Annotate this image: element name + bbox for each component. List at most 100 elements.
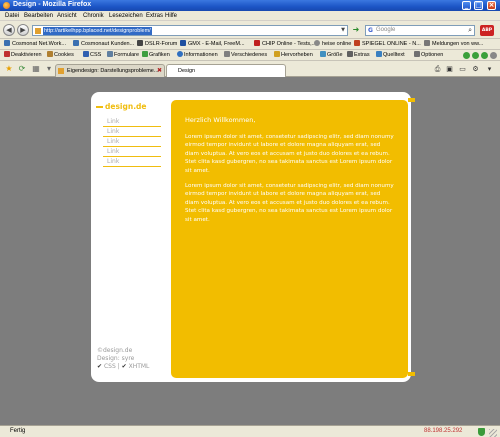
- panel-tab-bottom: [408, 372, 415, 376]
- menu-bearbeiten[interactable]: Bearbeiten: [24, 13, 53, 19]
- bookmark-icon: [254, 40, 260, 46]
- status-bar: Fertig 88.198.25.292: [0, 425, 500, 437]
- dev-extras[interactable]: Extras: [347, 51, 370, 60]
- dev-informationen[interactable]: Informationen: [177, 51, 218, 60]
- copyright: ©design.de: [97, 347, 133, 354]
- menu-datei[interactable]: Datei: [5, 13, 19, 19]
- status-text: Fertig: [10, 428, 26, 434]
- web-developer-toolbar: Deaktivieren Cookies CSS Formulare Grafi…: [0, 50, 500, 61]
- screenshot-icon[interactable]: ▣: [444, 64, 455, 74]
- window-title: Design - Mozilla Firefox: [13, 1, 92, 8]
- tab-favicon-icon: [58, 68, 64, 74]
- tab-eigendesign[interactable]: Eigendesign: Darstellungsprobleme... ✖: [55, 64, 165, 77]
- search-icon[interactable]: ⌕: [468, 26, 472, 35]
- nav-link[interactable]: Link: [103, 137, 161, 147]
- server-ip: 88.198.25.292: [424, 428, 463, 434]
- dev-hervorheben[interactable]: Hervorheben: [274, 51, 313, 60]
- content-paragraph: Lorem ipsum dolor sit amet, consetetur s…: [185, 183, 394, 223]
- dev-formulare[interactable]: Formulare: [107, 51, 139, 60]
- bookmark-item[interactable]: Cosmonat Net.Work...: [4, 40, 66, 49]
- chevron-down-icon[interactable]: ▾: [44, 64, 54, 74]
- status-ok-icon[interactable]: [481, 52, 488, 59]
- chevron-down-icon[interactable]: ▼: [341, 27, 345, 33]
- status-info-icon[interactable]: [490, 52, 497, 59]
- nav-link[interactable]: Link: [103, 157, 161, 167]
- dev-optionen[interactable]: Optionen: [414, 51, 443, 60]
- bookmark-icon: [354, 40, 360, 46]
- status-ok-icon[interactable]: [463, 52, 470, 59]
- dev-verschiedenes[interactable]: Verschiedenes: [224, 51, 267, 60]
- nav-link[interactable]: Link: [103, 117, 161, 127]
- dev-cookies[interactable]: Cookies: [47, 51, 74, 60]
- dev-groesse[interactable]: Größe: [320, 51, 343, 60]
- reload-icon[interactable]: ⟳: [17, 64, 27, 74]
- menu-extras[interactable]: Extras: [146, 13, 163, 19]
- css-icon: [83, 51, 89, 57]
- bookmark-icon: [180, 40, 186, 46]
- panel-tab-top: [408, 98, 415, 102]
- back-button[interactable]: ◀: [3, 24, 15, 36]
- print-icon[interactable]: ⎙: [432, 64, 443, 74]
- tab-design[interactable]: Design: [166, 64, 286, 78]
- form-icon: [107, 51, 113, 57]
- title-bar: Design - Mozilla Firefox _ □ ×: [0, 0, 500, 11]
- tab-label: Eigendesign: Darstellungsprobleme...: [67, 68, 159, 74]
- dev-grafiken[interactable]: Grafiken: [142, 51, 170, 60]
- site-logo[interactable]: design.de: [105, 102, 147, 111]
- bookmark-icon: [73, 40, 79, 46]
- bookmarks-toolbar: Cosmonat Net.Work... Cosmonaut Kunden...…: [0, 39, 500, 50]
- bookmark-star-icon[interactable]: ★: [4, 64, 14, 74]
- close-button[interactable]: ×: [487, 1, 496, 10]
- shield-icon[interactable]: [478, 428, 485, 436]
- dev-css[interactable]: CSS: [83, 51, 101, 60]
- menu-bar: Datei Bearbeiten Ansicht Chronik Lesezei…: [0, 11, 500, 21]
- page-menu-icon[interactable]: ▭: [457, 64, 468, 74]
- dev-deaktivieren[interactable]: Deaktivieren: [4, 51, 42, 60]
- status-ok-icon[interactable]: [472, 52, 479, 59]
- menu-chronik[interactable]: Chronik: [83, 13, 104, 19]
- tools-menu-icon[interactable]: ⚙: [470, 64, 481, 74]
- search-box[interactable]: G Google ⌕: [365, 25, 475, 36]
- navigation-toolbar: ◀ ▶ http://artikelhpp.bplaced.net/design…: [0, 21, 500, 39]
- menu-hilfe[interactable]: Hilfe: [165, 13, 177, 19]
- bookmark-item[interactable]: DSLR-Forum: [137, 40, 177, 49]
- css-valid-link[interactable]: CSS: [104, 363, 116, 370]
- nav-link[interactable]: Link: [103, 147, 161, 157]
- design-credit[interactable]: Design: syre: [97, 355, 149, 363]
- info-icon: [177, 51, 183, 57]
- address-url[interactable]: http://artikelhpp.bplaced.net/designprob…: [43, 27, 152, 35]
- site-container: design.de Link Link Link Link Link ©desi…: [91, 92, 415, 382]
- bookmark-item[interactable]: GMX - E-Mail, FreeM...: [180, 40, 245, 49]
- go-arrow-icon[interactable]: ➜: [351, 26, 361, 35]
- menu-lesezeichen[interactable]: Lesezeichen: [109, 13, 143, 19]
- bookmark-item[interactable]: heise online: [314, 40, 351, 49]
- check-icon: ✔: [121, 363, 127, 370]
- dev-quelltext[interactable]: Quelltext: [376, 51, 405, 60]
- logo-dash: [96, 106, 103, 108]
- bookmark-item[interactable]: Meldungen von ww...: [424, 40, 483, 49]
- adblock-icon[interactable]: ABP: [480, 25, 494, 36]
- resize-grip[interactable]: [489, 429, 497, 437]
- minimize-button[interactable]: _: [462, 1, 471, 10]
- welcome-heading: Herzlich Willkommen,: [185, 116, 256, 124]
- footer-separator: |: [117, 363, 120, 370]
- search-placeholder[interactable]: Google: [376, 27, 395, 33]
- bookmark-icon: [137, 40, 143, 46]
- source-icon: [376, 51, 382, 57]
- grid-icon[interactable]: ▦: [31, 64, 41, 74]
- bookmark-item[interactable]: CHIP Online - Tests,...: [254, 40, 316, 49]
- close-tab-icon[interactable]: ✖: [157, 65, 162, 77]
- address-bar[interactable]: http://artikelhpp.bplaced.net/designprob…: [32, 25, 348, 36]
- bookmark-item[interactable]: Cosmonaut Kunden...: [73, 40, 134, 49]
- highlight-icon: [274, 51, 280, 57]
- bookmark-icon: [424, 40, 430, 46]
- maximize-button[interactable]: □: [474, 1, 483, 10]
- chevron-down-icon[interactable]: ▾: [484, 64, 495, 74]
- site-favicon-icon: [35, 28, 41, 34]
- nav-link[interactable]: Link: [103, 127, 161, 137]
- bookmark-item[interactable]: SPIEGEL ONLINE - N...: [354, 40, 421, 49]
- menu-ansicht[interactable]: Ansicht: [57, 13, 77, 19]
- content-paragraph: Lorem ipsum dolor sit amet, consetetur s…: [185, 134, 394, 174]
- xhtml-valid-link[interactable]: XHTML: [129, 363, 150, 370]
- forward-button[interactable]: ▶: [17, 24, 29, 36]
